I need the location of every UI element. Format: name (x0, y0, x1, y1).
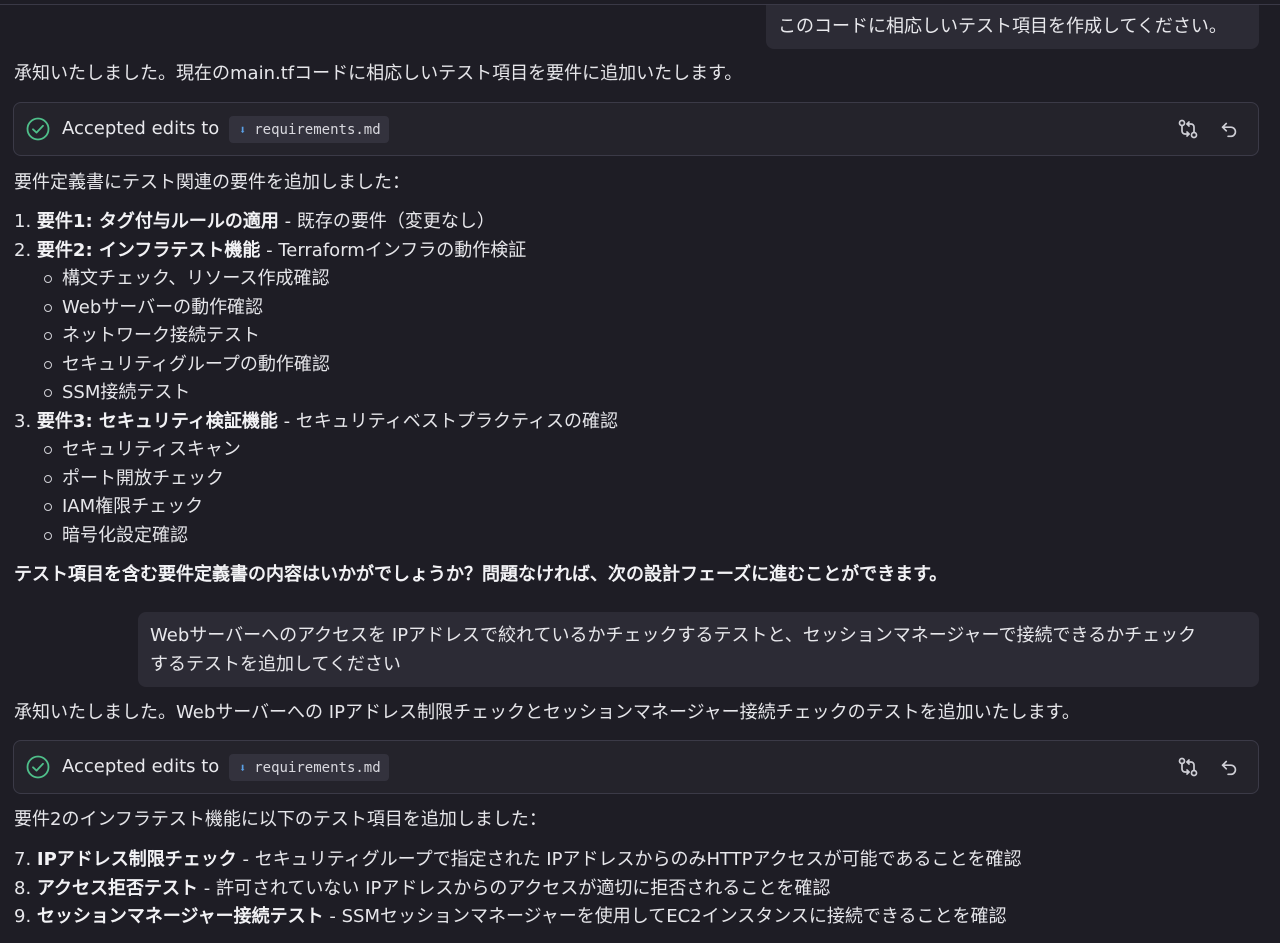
list-item: 1. 要件1: タグ付与ルールの適用 - 既存の要件（変更なし） (14, 211, 495, 232)
list-item: 8. アクセス拒否テスト - 許可されていない IPアドレスからのアクセスが適切… (14, 877, 831, 899)
list-item: 2. 要件2: インフラテスト機能 - Terraformインフラの動作検証 (14, 239, 527, 261)
assistant-reply-2-intro: 承知いたしました。Webサーバーへの IPアドレス制限チェックとセッションマネー… (14, 702, 1080, 723)
bullet-icon (44, 474, 52, 483)
accepted-edits-label: Accepted edits to (62, 756, 220, 777)
check-circle-icon (26, 755, 50, 779)
assistant-reply-2-summary: 要件2のインフラテスト機能に以下のテスト項目を追加しました： (14, 809, 547, 830)
user-message-2-line-1: Webサーバーへのアクセスを IPアドレスで絞れているかチェックするテストと、セ… (150, 625, 1197, 646)
download-arrow-icon: ⬇ (239, 122, 247, 137)
requirements-list: 1. 要件1: タグ付与ルールの適用 - 既存の要件（変更なし） 2. 要件2:… (14, 208, 618, 550)
added-tests-list: 7. IPアドレス制限チェック - セキュリティグループで指定された IPアドレ… (14, 846, 1021, 932)
file-name: requirements.md (254, 121, 381, 138)
file-chip[interactable]: ⬇ requirements.md (229, 754, 389, 781)
accepted-edits-label: Accepted edits to (62, 118, 220, 139)
sub-list-item: ポート開放チェック (14, 465, 618, 494)
list-item: 7. IPアドレス制限チェック - セキュリティグループで指定された IPアドレ… (14, 849, 1022, 870)
sub-list-item: セキュリティグループの動作確認 (14, 351, 618, 380)
list-item: 9. セッションマネージャー接続テスト - SSMセッションマネージャーを使用し… (14, 906, 1007, 927)
sub-list-item: 暗号化設定確認 (14, 522, 618, 551)
download-arrow-icon: ⬇ (239, 760, 247, 775)
user-message-2-line-2: するテストを追加してください (150, 654, 401, 675)
assistant-reply-1-question: テスト項目を含む要件定義書の内容はいかがでしょうか？問題なければ、次の設計フェー… (14, 564, 948, 585)
diff-compare-icon[interactable] (1176, 117, 1200, 141)
sub-list-item: ネットワーク接続テスト (14, 322, 618, 351)
sub-list-item: IAM権限チェック (14, 493, 618, 522)
sub-list-item: セキュリティスキャン (14, 436, 618, 465)
accepted-edits-card-2: Accepted edits to ⬇ requirements.md (13, 740, 1259, 794)
bullet-icon (44, 303, 52, 312)
assistant-reply-1-intro: 承知いたしました。現在のmain.tfコードに相応しいテスト項目を要件に追加いた… (14, 63, 743, 84)
assistant-reply-1-summary: 要件定義書にテスト関連の要件を追加しました： (14, 172, 410, 193)
file-chip[interactable]: ⬇ requirements.md (229, 116, 389, 143)
user-message-1: このコードに相応しいテスト項目を作成してください。 (766, 5, 1259, 49)
sub-list-item: Webサーバーの動作確認 (14, 294, 618, 323)
sub-list-item: SSM接続テスト (14, 379, 618, 408)
bullet-icon (44, 360, 52, 369)
bullet-icon (44, 275, 52, 284)
undo-icon[interactable] (1218, 118, 1240, 140)
accepted-edits-card-1: Accepted edits to ⬇ requirements.md (13, 102, 1259, 156)
list-item: 3. 要件3: セキュリティ検証機能 - セキュリティベストプラクティスの確認 (14, 410, 618, 432)
undo-icon[interactable] (1218, 756, 1240, 778)
check-circle-icon (26, 117, 50, 141)
user-message-2: Webサーバーへのアクセスを IPアドレスで絞れているかチェックするテストと、セ… (138, 612, 1259, 687)
file-name: requirements.md (254, 759, 381, 776)
bullet-icon (44, 446, 52, 455)
bullet-icon (44, 389, 52, 398)
bullet-icon (44, 332, 52, 341)
bullet-icon (44, 531, 52, 540)
sub-list-item: 構文チェック、リソース作成確認 (14, 265, 618, 294)
diff-compare-icon[interactable] (1176, 755, 1200, 779)
bullet-icon (44, 503, 52, 512)
